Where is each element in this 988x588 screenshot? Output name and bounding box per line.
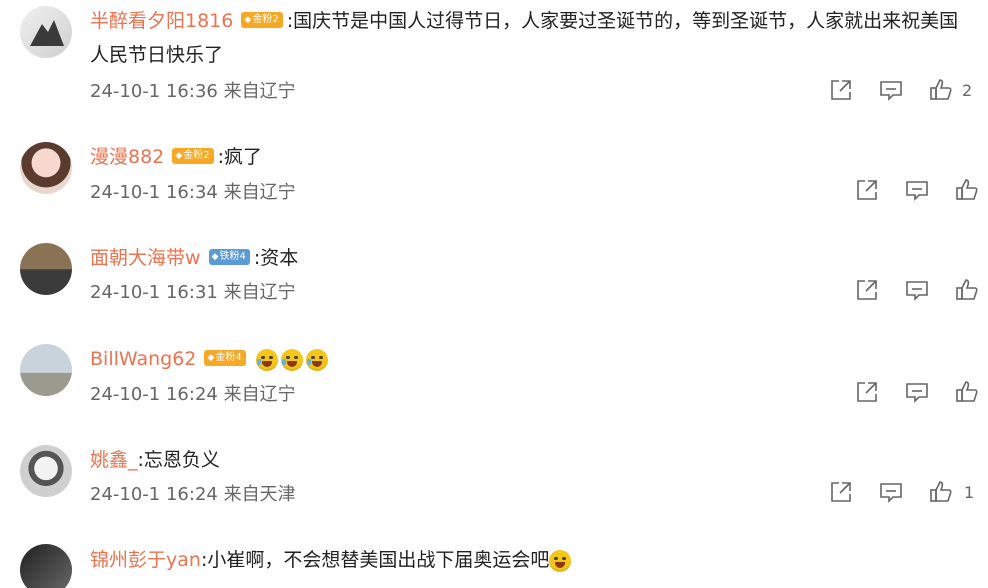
avatar[interactable] (20, 142, 72, 194)
comment-text: :小崔啊，不会想替美国出战下届奥运会吧 (200, 549, 550, 571)
smirk-emoji-icon (549, 549, 572, 572)
comment-actions (854, 379, 988, 409)
like-count: 2 (962, 81, 973, 100)
share-icon (857, 382, 877, 402)
share-icon (831, 482, 851, 502)
comment-location: 来自辽宁 (223, 384, 296, 405)
comment-text-line: 面朝大海带w ◆铁粉4:资本 (90, 241, 968, 275)
comment-icon (906, 383, 928, 403)
comment-time: 24-10-1 16:34 (90, 182, 218, 203)
username-link[interactable]: 半醉看夕阳1816 (90, 10, 233, 32)
avatar[interactable] (20, 243, 72, 295)
reply-button[interactable] (878, 77, 904, 103)
comment-icon (880, 483, 902, 503)
laugh-cry-emoji-icon (280, 348, 303, 371)
fan-badge[interactable]: ◆铁粉4 (208, 249, 250, 265)
comment-item: 姚鑫_:忘恩负义 24-10-1 16:24 来自天津 1 (0, 428, 988, 528)
share-button[interactable] (854, 379, 880, 405)
comment-meta: 24-10-1 16:31 来自辽宁 (90, 281, 296, 305)
comment-text: :资本 (253, 247, 299, 269)
like-icon (930, 79, 952, 100)
comment-meta: 24-10-1 16:24 来自辽宁 (90, 383, 296, 407)
comment-time: 24-10-1 16:31 (90, 282, 218, 303)
comment-meta: 24-10-1 16:24 来自天津 (90, 483, 296, 507)
avatar[interactable] (20, 6, 72, 58)
comment-text-line: 漫漫882 ◆金粉2:疯了 (90, 140, 968, 174)
share-icon (857, 280, 877, 300)
comment-item: BillWang62 ◆金粉4 24-10-1 16:24 来自辽宁 (0, 327, 988, 427)
reply-button[interactable] (904, 379, 930, 405)
comment-meta: 24-10-1 16:34 来自辽宁 (90, 181, 296, 205)
like-button[interactable] (954, 277, 980, 303)
comment-icon (906, 281, 928, 301)
comment-time: 24-10-1 16:24 (90, 484, 218, 505)
badge-icon: ◆ (175, 151, 183, 161)
badge-icon: ◆ (211, 252, 219, 262)
username-link[interactable]: 漫漫882 (90, 146, 164, 168)
share-button[interactable] (828, 77, 854, 103)
comment-time: 24-10-1 16:24 (90, 384, 218, 405)
comment-text-line: 姚鑫_:忘恩负义 (90, 443, 968, 477)
comment-item: 半醉看夕阳1816 ◆金粉2:国庆节是中国人过得节日，人家要过圣诞节的，等到圣诞… (0, 0, 988, 120)
comment-text: :忘恩负义 (137, 449, 220, 471)
share-button[interactable] (828, 479, 854, 505)
comment-meta: 24-10-1 16:36 来自辽宁 (90, 80, 296, 104)
comment-location: 来自辽宁 (223, 81, 296, 102)
avatar[interactable] (20, 544, 72, 588)
comment-actions (854, 177, 988, 207)
like-count: 1 (964, 483, 975, 502)
username-link[interactable]: 面朝大海带w (90, 247, 201, 269)
comment-location: 来自天津 (223, 484, 296, 505)
avatar[interactable] (20, 445, 72, 497)
badge-icon: ◆ (207, 353, 215, 363)
fan-badge[interactable]: ◆金粉2 (241, 12, 283, 28)
avatar[interactable] (20, 344, 72, 396)
like-icon (930, 481, 952, 502)
username-link[interactable]: 锦州彭于yan (90, 549, 201, 571)
badge-icon: ◆ (244, 15, 252, 25)
comment-actions: 1 (828, 479, 988, 509)
share-button[interactable] (854, 277, 880, 303)
laugh-cry-emoji-icon (255, 348, 278, 371)
comment-location: 来自辽宁 (223, 282, 296, 303)
comment-location: 来自辽宁 (223, 182, 296, 203)
comment-text: :疯了 (217, 146, 263, 168)
like-icon (956, 279, 978, 300)
comment-item: 锦州彭于yan:小崔啊，不会想替美国出战下届奥运会吧 (0, 529, 988, 588)
comment-text-line: BillWang62 ◆金粉4 (90, 342, 968, 376)
laugh-cry-emoji-icon (305, 348, 328, 371)
share-icon (831, 80, 851, 100)
fan-badge[interactable]: ◆金粉4 (204, 350, 246, 366)
comment-text-line: 锦州彭于yan:小崔啊，不会想替美国出战下届奥运会吧 (90, 543, 968, 577)
reply-button[interactable] (904, 177, 930, 203)
comment-item: 漫漫882 ◆金粉2:疯了 24-10-1 16:34 来自辽宁 (0, 125, 988, 225)
share-icon (857, 180, 877, 200)
share-button[interactable] (854, 177, 880, 203)
comment-time: 24-10-1 16:36 (90, 81, 218, 102)
comment-text-line: 半醉看夕阳1816 ◆金粉2:国庆节是中国人过得节日，人家要过圣诞节的，等到圣诞… (90, 4, 968, 72)
comment-actions (854, 277, 988, 307)
reply-button[interactable] (904, 277, 930, 303)
username-link[interactable]: BillWang62 (90, 348, 196, 370)
like-button[interactable] (928, 77, 954, 103)
comment-actions: 2 (828, 77, 988, 107)
like-button[interactable] (954, 177, 980, 203)
comment-icon (880, 81, 902, 101)
fan-badge[interactable]: ◆金粉2 (172, 148, 214, 164)
like-button[interactable] (954, 379, 980, 405)
like-button[interactable] (928, 479, 954, 505)
comment-item: 面朝大海带w ◆铁粉4:资本 24-10-1 16:31 来自辽宁 (0, 226, 988, 326)
reply-button[interactable] (878, 479, 904, 505)
comment-icon (906, 181, 928, 201)
like-icon (956, 381, 978, 402)
username-link[interactable]: 姚鑫_ (90, 449, 138, 471)
like-icon (956, 179, 978, 200)
